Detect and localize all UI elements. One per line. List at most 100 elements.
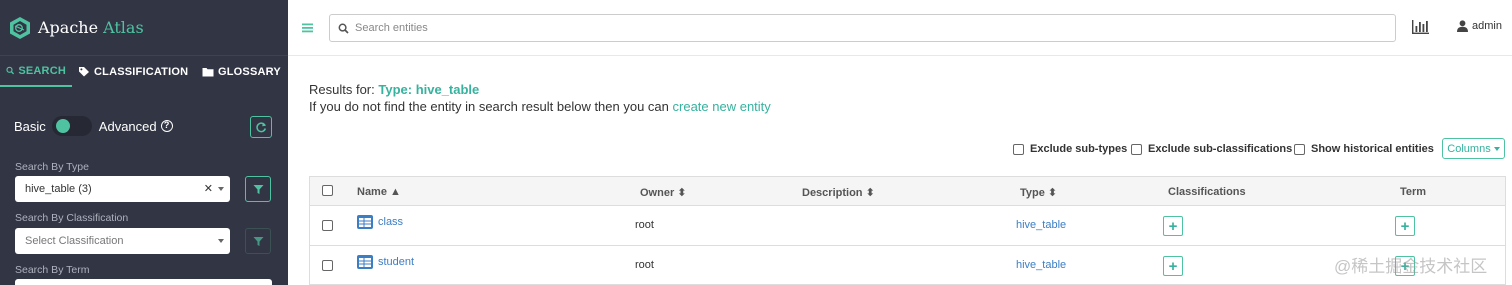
advanced-mode-label: Advanced: [98, 118, 157, 134]
add-classification-button[interactable]: +: [1163, 216, 1183, 236]
column-header-description[interactable]: Description ⬍: [802, 186, 875, 199]
create-new-entity-link[interactable]: create new entity: [673, 99, 771, 114]
table-row: student root hive_table + +: [310, 246, 1505, 284]
search-by-classification-label: Search By Classification: [15, 212, 129, 224]
top-bar: admin: [288, 0, 1512, 56]
menu-icon[interactable]: [302, 23, 313, 33]
brand-name-suffix: Atlas: [103, 18, 144, 37]
entity-name: student: [378, 256, 415, 268]
global-search-input[interactable]: [355, 22, 1255, 34]
search-by-type-select[interactable]: hive_table (3) ✕: [15, 176, 230, 202]
tab-classification[interactable]: CLASSIFICATION: [78, 56, 188, 87]
results-table: Name ▲ Owner ⬍ Description ⬍ Type ⬍ Clas…: [309, 176, 1506, 285]
hint-text: If you do not find the entity in search …: [309, 99, 669, 114]
filter-icon: [253, 184, 263, 194]
entity-owner: root: [635, 219, 654, 231]
exclude-sub-types-label: Exclude sub-types: [1030, 143, 1128, 155]
search-by-classification-select[interactable]: Select Classification: [15, 228, 230, 254]
plus-icon: +: [1168, 217, 1178, 235]
search-by-type-label: Search By Type: [15, 161, 89, 173]
brand[interactable]: Apache Atlas: [0, 0, 288, 56]
sort-icon: ⬍: [677, 187, 687, 199]
search-by-type-value: hive_table (3): [25, 183, 92, 195]
column-description-label: Description: [802, 187, 863, 199]
column-name-label: Name: [357, 186, 387, 198]
watermark: @稀土掘金技术社区: [1334, 257, 1488, 276]
entity-name-link[interactable]: class: [356, 214, 403, 230]
tab-search[interactable]: SEARCH: [0, 56, 72, 87]
exclude-sub-types-checkbox[interactable]: [1013, 143, 1024, 155]
sidebar: Apache Atlas SEARCH CLASSIFICATION GLOSS…: [0, 0, 288, 285]
column-owner-label: Owner: [640, 187, 675, 199]
column-header-owner[interactable]: Owner ⬍: [640, 186, 687, 199]
folder-icon: [202, 67, 214, 76]
entity-type-link[interactable]: hive_table: [1016, 219, 1066, 231]
table-row: class root hive_table + +: [310, 206, 1505, 246]
columns-button-label: Columns: [1447, 142, 1491, 155]
basic-mode-label: Basic: [14, 118, 46, 134]
sort-icon: ⬍: [1047, 187, 1058, 199]
plus-icon: +: [1400, 217, 1410, 235]
tab-search-label: SEARCH: [18, 64, 66, 77]
row-checkbox[interactable]: [322, 260, 333, 271]
show-historical-label: Show historical entities: [1311, 143, 1434, 155]
tag-icon: [79, 67, 89, 77]
create-entity-hint: If you do not find the entity in search …: [309, 99, 771, 114]
caret-down-icon: [1493, 146, 1500, 151]
show-historical-option[interactable]: Show historical entities: [1294, 143, 1434, 155]
user-icon: [1457, 20, 1468, 32]
entity-name-link[interactable]: student: [356, 254, 414, 270]
search-mode-switch[interactable]: [51, 116, 92, 136]
add-term-button[interactable]: +: [1395, 216, 1415, 236]
user-name: admin: [1472, 20, 1502, 32]
exclude-sub-types-option[interactable]: Exclude sub-types: [1013, 143, 1127, 155]
search-mode-toggle-row: Basic Advanced ?: [14, 116, 173, 136]
column-type-label: Type: [1020, 187, 1045, 199]
row-checkbox[interactable]: [322, 220, 333, 231]
clear-icon[interactable]: ✕: [204, 182, 213, 195]
tab-glossary[interactable]: GLOSSARY: [202, 56, 281, 87]
switch-knob: [55, 119, 70, 133]
exclude-sub-classifications-option[interactable]: Exclude sub-classifications: [1131, 143, 1292, 155]
hive-table-icon: [357, 255, 373, 269]
column-header-term: Term: [1400, 186, 1427, 198]
filter-icon: [253, 236, 263, 246]
entity-owner: root: [635, 259, 654, 271]
column-header-name[interactable]: Name ▲: [357, 186, 401, 198]
tab-classification-label: CLASSIFICATION: [94, 65, 189, 78]
entity-name: class: [378, 216, 404, 228]
select-all-checkbox[interactable]: [322, 185, 333, 196]
results-heading: Results for: Type: hive_table: [309, 82, 479, 97]
chevron-down-icon: [218, 239, 224, 243]
atlas-logo-icon: [10, 16, 30, 39]
results-query: Type: hive_table: [378, 82, 480, 97]
classification-filter-button[interactable]: [245, 228, 271, 254]
question-circle-icon[interactable]: ?: [160, 120, 173, 132]
results-prefix: Results for:: [309, 82, 375, 97]
exclude-sub-classifications-label: Exclude sub-classifications: [1148, 143, 1293, 155]
tab-glossary-label: GLOSSARY: [218, 65, 281, 78]
type-filter-button[interactable]: [245, 176, 271, 202]
refresh-button[interactable]: [250, 116, 272, 138]
search-by-term-label: Search By Term: [15, 264, 90, 276]
bar-chart-icon[interactable]: [1412, 20, 1429, 34]
add-classification-button[interactable]: +: [1163, 256, 1183, 276]
search-icon: [338, 23, 349, 34]
columns-button[interactable]: Columns: [1442, 138, 1505, 159]
chevron-down-icon: [218, 187, 224, 191]
column-header-type[interactable]: Type ⬍: [1020, 186, 1057, 199]
hive-table-icon: [357, 215, 373, 229]
sort-asc-icon: ▲: [390, 186, 401, 198]
classification-placeholder: Select Classification: [25, 235, 124, 247]
global-search-box[interactable]: [329, 14, 1396, 42]
exclude-sub-classifications-checkbox[interactable]: [1131, 143, 1142, 155]
user-menu[interactable]: admin: [1457, 20, 1502, 32]
refresh-icon: [256, 122, 267, 133]
entity-type-link[interactable]: hive_table: [1016, 259, 1066, 271]
brand-name-prefix: Apache: [38, 18, 99, 37]
table-header: Name ▲ Owner ⬍ Description ⬍ Type ⬍ Clas…: [310, 177, 1505, 206]
show-historical-checkbox[interactable]: [1294, 143, 1305, 155]
column-header-classifications: Classifications: [1168, 186, 1246, 198]
sort-icon: ⬍: [865, 187, 875, 199]
search-by-term-select[interactable]: [15, 279, 272, 285]
